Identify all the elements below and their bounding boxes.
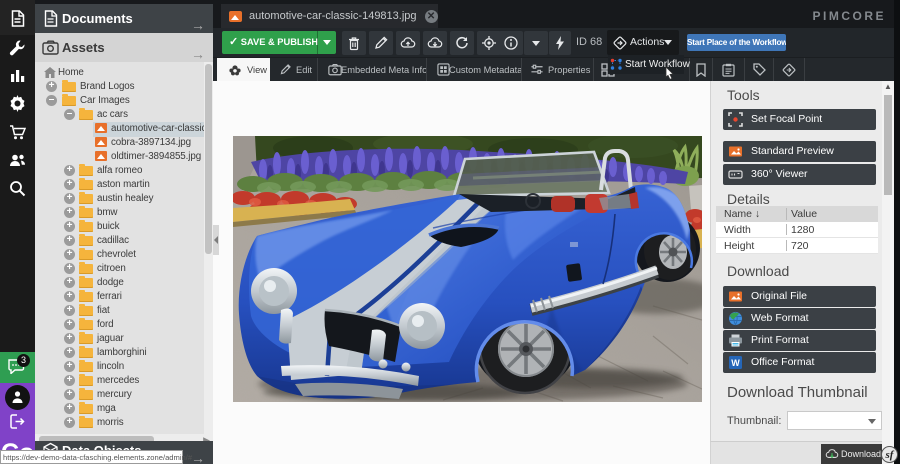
svg-text:W: W — [731, 358, 740, 368]
